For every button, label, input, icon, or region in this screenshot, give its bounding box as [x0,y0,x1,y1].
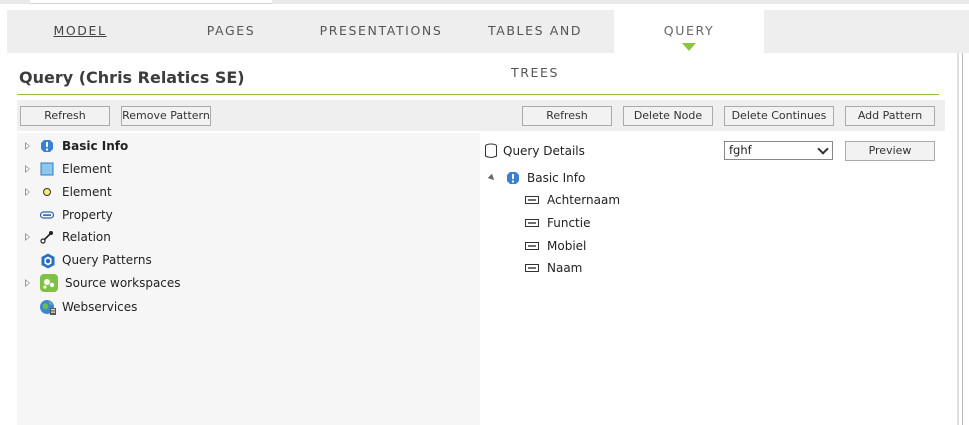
tree-item-source-workspaces[interactable]: Source workspaces [17,273,477,293]
right-border [962,53,963,425]
page-title: Query (Chris Relatics SE) [19,68,245,87]
window-top-strip [0,0,969,9]
query-tree-root-label: Basic Info [527,171,586,185]
chevron-down-icon [817,143,829,155]
tree-item-label: Basic Info [62,139,129,153]
left-refresh-button[interactable]: Refresh [20,106,110,126]
relation-icon [40,230,54,244]
expand-arrow-icon[interactable] [25,279,30,287]
query-field-item[interactable]: Achternaam [480,190,780,210]
remove-pattern-button[interactable]: Remove Pattern [121,106,211,126]
field-icon [525,216,539,230]
right-scroll-track[interactable] [957,53,959,425]
tree-item-relation[interactable]: Relation [17,227,477,247]
query-details-header: Query Details [480,141,720,161]
expand-arrow-icon[interactable] [25,165,30,173]
query-field-label: Achternaam [547,193,621,207]
tree-item-label: Element [62,185,112,199]
circle-icon [40,185,54,199]
tree-item-basic-info[interactable]: Basic Info [17,136,477,156]
tree-item-label: Source workspaces [65,276,181,290]
query-field-label: Mobiel [547,239,587,253]
exclamation-icon [40,139,54,153]
delete-continues-button[interactable]: Delete Continues [724,106,834,126]
tab-query-label: QUERY [663,23,715,38]
tree-item-property[interactable]: Property [17,205,477,225]
delete-node-button[interactable]: Delete Node [623,106,713,126]
title-underline [17,94,939,95]
query-tree-root[interactable]: Basic Info [480,168,780,188]
top-tab-left [0,0,30,4]
exclamation-icon [506,171,520,185]
query-select-value: fghf [729,143,752,157]
tree-item-element-square[interactable]: Element [17,159,477,179]
query-field-item[interactable]: Mobiel [480,236,780,256]
preview-button[interactable]: Preview [845,141,935,161]
tree-item-label: Relation [62,230,111,244]
query-field-label: Naam [547,261,583,275]
hexagon-icon [40,253,55,269]
query-select-dropdown[interactable]: fghf [724,141,833,160]
query-field-item[interactable]: Functie [480,213,780,233]
tab-query[interactable]: QUERY [614,10,764,53]
workspace-icon [39,273,59,293]
field-icon [525,261,539,275]
tab-presentations[interactable]: PRESENTATIONS [314,10,448,53]
expand-arrow-icon[interactable] [25,142,30,150]
add-pattern-button[interactable]: Add Pattern [845,106,935,126]
tree-item-label: Webservices [62,300,138,314]
field-icon [525,239,539,253]
right-refresh-button[interactable]: Refresh [522,106,612,126]
tree-item-element-circle[interactable]: Element [17,182,477,202]
query-field-label: Functie [547,216,591,230]
tree-item-webservices[interactable]: Webservices [17,297,477,317]
collapse-arrow-icon[interactable] [487,173,497,183]
property-icon [39,208,55,222]
tree-item-label: Element [62,162,112,176]
tab-pages[interactable]: PAGES [187,10,275,53]
tree-item-label: Query Patterns [62,253,152,267]
expand-arrow-icon[interactable] [25,188,30,196]
active-tab-indicator-icon [682,43,696,51]
tab-model[interactable]: MODEL [40,10,120,53]
main-tab-bar: MODEL PAGES PRESENTATIONS TABLES AND TRE… [7,10,969,80]
square-icon [40,162,54,176]
expand-arrow-icon[interactable] [25,233,30,241]
globe-icon [39,298,57,316]
database-icon [484,143,498,158]
tree-item-query-patterns[interactable]: Query Patterns [17,250,477,270]
top-tab-right [272,0,969,4]
query-field-item[interactable]: Naam [480,258,780,278]
field-icon [525,193,539,207]
query-details-label: Query Details [503,144,585,158]
tree-item-label: Property [62,208,113,222]
tab-tables-and-trees[interactable]: TABLES AND TREES [463,10,607,80]
